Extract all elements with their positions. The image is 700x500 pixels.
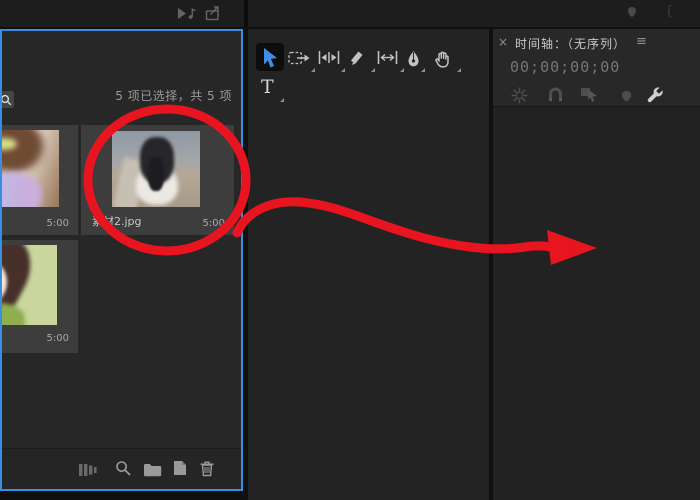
search-icon[interactable] <box>0 91 14 108</box>
snap-magnet-icon[interactable] <box>547 87 564 106</box>
hand-tool[interactable] <box>434 50 458 68</box>
icon-view-icon[interactable] <box>78 462 102 481</box>
timeline-panel: × 时间轴：（无序列） ≡ 00;00;00;00 <box>493 29 700 500</box>
delete-trash-icon[interactable] <box>199 460 215 481</box>
panel-menu-icon[interactable]: ≡ <box>636 34 647 49</box>
timecode-display[interactable]: 00;00;00;00 <box>510 58 620 76</box>
type-tool-label: T <box>261 76 274 98</box>
export-frame-icon[interactable] <box>205 5 222 26</box>
track-select-forward-tool[interactable] <box>288 50 312 68</box>
new-bin-folder-icon[interactable] <box>143 462 162 481</box>
find-icon[interactable] <box>115 460 132 481</box>
razor-tool[interactable] <box>348 50 372 68</box>
media-tile-selected[interactable]: 素材2.jpg 5:00 <box>81 125 234 235</box>
panel-divider <box>244 0 248 27</box>
clip-duration: 5:00 <box>47 333 69 344</box>
selection-status-text: 5 项已选择，共 5 项 <box>115 87 232 104</box>
new-item-icon[interactable] <box>172 460 188 480</box>
clip-duration: 5:00 <box>203 218 225 229</box>
timeline-settings-wrench-icon[interactable] <box>647 86 664 107</box>
marker-icon[interactable] <box>627 3 637 22</box>
selection-tool[interactable] <box>256 43 284 71</box>
close-panel-icon[interactable]: × <box>498 36 508 48</box>
premiere-workspace: { 5 项已选择，共 5 项 5:00 素材2.jpg <box>0 0 700 500</box>
tools-panel: T <box>248 29 489 500</box>
thumbnail-image <box>0 130 59 207</box>
clip-duration: 5:00 <box>47 218 69 229</box>
timeline-tab-title[interactable]: 时间轴：（无序列） <box>515 35 626 52</box>
media-tile[interactable]: 5:00 <box>0 125 78 235</box>
add-marker-icon[interactable] <box>621 88 632 107</box>
play-around-icon[interactable] <box>177 6 199 25</box>
linked-selection-icon[interactable] <box>580 86 599 106</box>
partial-button-icon: { <box>665 4 673 19</box>
pen-tool[interactable] <box>406 50 422 68</box>
clip-name: 素材2.jpg <box>92 213 142 229</box>
ripple-edit-tool[interactable] <box>318 50 342 68</box>
nest-sequence-icon[interactable] <box>510 86 529 109</box>
thumbnail-image <box>112 131 200 207</box>
thumbnail-image <box>0 245 57 325</box>
slip-tool[interactable] <box>377 50 401 68</box>
project-panel: 5 项已选择，共 5 项 5:00 素材2.jpg 5:00 <box>0 29 243 491</box>
project-panel-toolbar <box>2 448 241 489</box>
type-tool[interactable]: T <box>261 76 281 98</box>
media-tile[interactable]: 5:00 <box>0 240 78 353</box>
monitor-bottom-bar: { <box>0 0 700 27</box>
timeline-header: × 时间轴：（无序列） ≡ 00;00;00;00 <box>493 29 700 107</box>
